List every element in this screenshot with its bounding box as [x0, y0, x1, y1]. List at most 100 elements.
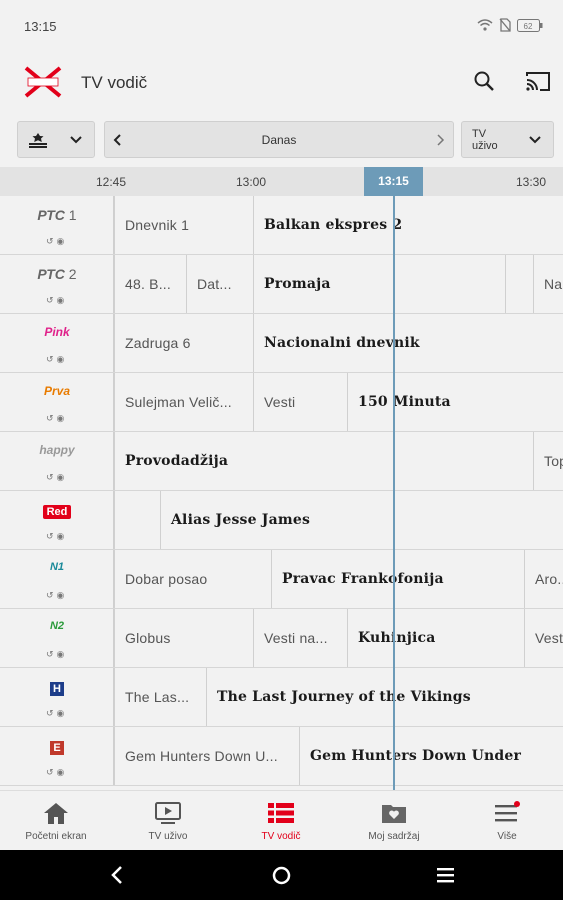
- chevron-down-icon: [70, 136, 82, 144]
- channel-cell[interactable]: happy ↺◉: [0, 432, 114, 490]
- program-cell[interactable]: Dnevnik 1: [114, 196, 253, 254]
- channel-row: Pink ↺◉ Zadruga 6 Nacionalni dnevnik: [0, 314, 563, 373]
- program-cell[interactable]: Globus: [114, 609, 253, 667]
- program-cell[interactable]: Dobar posao: [114, 550, 271, 608]
- program-cell[interactable]: Vesti na...: [253, 609, 347, 667]
- channel-controls-icon: ↺◉: [46, 236, 68, 246]
- category-sort-icon: [29, 133, 47, 148]
- system-icons: 62: [477, 18, 543, 32]
- channel-logo: N2: [49, 620, 65, 632]
- search-button[interactable]: [469, 66, 499, 96]
- channel-cell[interactable]: E ↺◉: [0, 727, 114, 785]
- channel-row: Red ↺◉ Alias Jesse James: [0, 491, 563, 550]
- channel-row: N2 ↺◉ Globus Vesti na... Kuhinjica Vest: [0, 609, 563, 668]
- epg-grid: РТС 1 ↺◉ Dnevnik 1 Balkan ekspres 2 РТС …: [0, 196, 563, 790]
- program-cell[interactable]: Aro...: [524, 550, 563, 608]
- channel-controls-icon: ↺◉: [46, 708, 68, 718]
- nav-home[interactable]: Početni ekran: [0, 791, 112, 851]
- channel-logo: Prva: [43, 384, 71, 398]
- program-cell-current[interactable]: Balkan ekspres 2: [253, 196, 563, 254]
- program-cell[interactable]: Top: [533, 432, 563, 490]
- program-cell[interactable]: [114, 491, 160, 549]
- channel-logo: H: [0, 679, 114, 699]
- channel-row: Prva ↺◉ Sulejman Velič... Vesti 150 Minu…: [0, 373, 563, 432]
- page-title: TV vodič: [81, 73, 148, 92]
- program-cell-current[interactable]: Provodadžija: [114, 432, 533, 490]
- program-cell[interactable]: Na: [533, 255, 563, 313]
- channel-logo: Red: [0, 502, 114, 522]
- program-cell[interactable]: 48. B...: [114, 255, 186, 313]
- tv-icon: [155, 802, 181, 824]
- channel-logo: РТС 2: [37, 266, 77, 282]
- type-dropdown[interactable]: TV uživo: [461, 121, 554, 158]
- program-cell-current[interactable]: Alias Jesse James: [160, 491, 563, 549]
- nav-label: TV uživo: [148, 831, 188, 842]
- program-cell-current[interactable]: Nacionalni dnevnik: [253, 314, 563, 372]
- cast-button[interactable]: [523, 66, 553, 96]
- program-cell[interactable]: Vest: [524, 609, 563, 667]
- channel-cell[interactable]: H ↺◉: [0, 668, 114, 726]
- menu-icon: [495, 801, 520, 822]
- channel-controls-icon: ↺◉: [46, 590, 68, 600]
- home-circle-icon[interactable]: [272, 866, 291, 885]
- status-time: 13:15: [24, 19, 57, 34]
- channel-controls-icon: ↺◉: [46, 649, 68, 659]
- chevron-down-icon: [529, 136, 541, 144]
- guide-icon: [268, 803, 294, 823]
- chevron-right-icon[interactable]: [437, 134, 445, 146]
- program-cell[interactable]: The Las...: [114, 668, 206, 726]
- channel-controls-icon: ↺◉: [46, 531, 68, 541]
- cast-icon: [526, 72, 550, 91]
- channel-controls-icon: ↺◉: [46, 472, 68, 482]
- program-cell-current[interactable]: 150 Minuta: [347, 373, 563, 431]
- timeline-header: 12:45 13:00 13:15 13:30: [0, 167, 563, 196]
- bottom-navigation: Početni ekran TV uživo TV vodič Moj sadr…: [0, 790, 563, 850]
- channel-cell[interactable]: РТС 2 ↺◉: [0, 255, 114, 313]
- nav-label: Početni ekran: [25, 831, 87, 842]
- channel-row: happy ↺◉ Provodadžija Top: [0, 432, 563, 491]
- channel-cell[interactable]: N1 ↺◉: [0, 550, 114, 608]
- recents-icon[interactable]: [437, 867, 454, 883]
- channel-row: РТС 2 ↺◉ 48. B... Dat... Promaja Na: [0, 255, 563, 314]
- battery-icon: 62: [517, 18, 543, 32]
- program-cell[interactable]: Sulejman Velič...: [114, 373, 253, 431]
- program-cell[interactable]: [505, 255, 533, 313]
- channel-cell[interactable]: Red ↺◉: [0, 491, 114, 549]
- time-tick: 13:00: [236, 175, 267, 189]
- nav-my-content[interactable]: Moj sadržaj: [338, 791, 450, 851]
- program-cell[interactable]: Gem Hunters Down U...: [114, 727, 299, 785]
- day-selector[interactable]: Danas: [104, 121, 454, 158]
- time-tick: 13:30: [516, 175, 547, 189]
- day-label: Danas: [261, 133, 297, 147]
- channel-controls-icon: ↺◉: [46, 767, 68, 777]
- channel-logo: РТС 1: [37, 207, 77, 223]
- current-time-line: [393, 196, 395, 790]
- program-cell-current[interactable]: Pravac Frankofonija: [271, 550, 524, 608]
- channel-logo: Pink: [44, 325, 70, 339]
- channel-logo: happy: [39, 443, 75, 457]
- nav-tv-guide[interactable]: TV vodič: [225, 791, 337, 851]
- wifi-icon: [477, 19, 493, 31]
- program-cell-current[interactable]: Promaja: [253, 255, 505, 313]
- program-cell[interactable]: Zadruga 6: [114, 314, 253, 372]
- nav-label: TV vodič: [261, 831, 301, 842]
- back-icon[interactable]: [110, 866, 124, 884]
- program-cell-current[interactable]: Kuhinjica: [347, 609, 524, 667]
- program-cell[interactable]: Dat...: [186, 255, 253, 313]
- channel-cell[interactable]: N2 ↺◉: [0, 609, 114, 667]
- nav-tv-live[interactable]: TV uživo: [112, 791, 224, 851]
- channel-cell[interactable]: РТС 1 ↺◉: [0, 196, 114, 254]
- category-dropdown[interactable]: [17, 121, 95, 158]
- program-cell[interactable]: Vesti: [253, 373, 347, 431]
- type-label: TV uživo: [472, 128, 498, 152]
- program-cell-current[interactable]: The Last Journey of the Vikings: [206, 668, 563, 726]
- channel-cell[interactable]: Pink ↺◉: [0, 314, 114, 372]
- channel-logo: E: [0, 738, 114, 758]
- channel-controls-icon: ↺◉: [46, 413, 68, 423]
- nav-more[interactable]: Više: [451, 791, 563, 851]
- channel-cell[interactable]: Prva ↺◉: [0, 373, 114, 431]
- app-bar: TV vodič: [0, 52, 563, 114]
- program-cell-current[interactable]: Gem Hunters Down Under: [299, 727, 563, 785]
- search-icon: [474, 71, 494, 91]
- current-time-badge: 13:15: [364, 167, 423, 196]
